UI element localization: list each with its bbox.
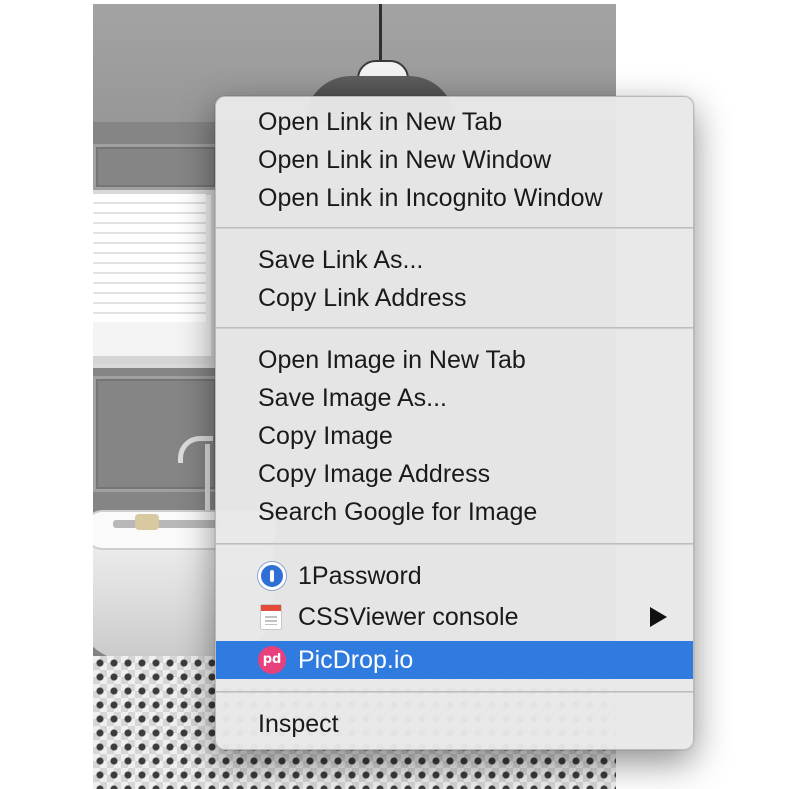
menu-item-open-image-new-tab[interactable]: Open Image in New Tab bbox=[216, 341, 693, 379]
menu-item-copy-image[interactable]: Copy Image bbox=[216, 417, 693, 455]
menu-item-1password[interactable]: 1Password bbox=[216, 557, 693, 595]
wainscot-frame bbox=[93, 144, 219, 190]
menu-item-search-google-for-image[interactable]: Search Google for Image bbox=[216, 493, 693, 531]
menu-separator bbox=[216, 327, 693, 329]
wainscot-frame bbox=[93, 376, 219, 492]
menu-item-save-image-as[interactable]: Save Image As... bbox=[216, 379, 693, 417]
menu-item-copy-image-address[interactable]: Copy Image Address bbox=[216, 455, 693, 493]
menu-item-label: Open Link in New Window bbox=[258, 146, 552, 174]
menu-item-label: 1Password bbox=[298, 562, 422, 590]
bath-tray bbox=[113, 520, 223, 528]
menu-item-save-link-as[interactable]: Save Link As... bbox=[216, 241, 693, 279]
menu-item-label: Copy Link Address bbox=[258, 284, 467, 312]
menu-item-open-link-incognito[interactable]: Open Link in Incognito Window bbox=[216, 179, 693, 217]
pendant-cord bbox=[379, 4, 382, 62]
menu-item-picdrop[interactable]: pd PicDrop.io bbox=[216, 641, 693, 679]
menu-item-label: PicDrop.io bbox=[298, 646, 414, 674]
window-sill bbox=[93, 356, 217, 364]
screen: Open Link in New Tab Open Link in New Wi… bbox=[0, 0, 789, 789]
menu-item-copy-link-address[interactable]: Copy Link Address bbox=[216, 279, 693, 317]
menu-item-label: Copy Image Address bbox=[258, 460, 491, 488]
menu-item-label: Inspect bbox=[258, 710, 339, 738]
sponge bbox=[135, 514, 159, 530]
menu-item-label: Copy Image bbox=[258, 422, 393, 450]
menu-item-inspect[interactable]: Inspect bbox=[216, 705, 693, 743]
menu-item-open-link-new-window[interactable]: Open Link in New Window bbox=[216, 141, 693, 179]
menu-separator bbox=[216, 227, 693, 229]
window-blind bbox=[93, 194, 206, 322]
menu-item-label: CSSViewer console bbox=[298, 603, 519, 631]
context-menu: Open Link in New Tab Open Link in New Wi… bbox=[215, 96, 694, 750]
menu-item-open-link-new-tab[interactable]: Open Link in New Tab bbox=[216, 103, 693, 141]
faucet-pipe bbox=[205, 444, 210, 514]
menu-item-label: Save Image As... bbox=[258, 384, 447, 412]
submenu-arrow-icon bbox=[650, 607, 667, 627]
menu-item-label: Save Link As... bbox=[258, 246, 424, 274]
menu-item-label: Open Link in Incognito Window bbox=[258, 184, 603, 212]
menu-separator bbox=[216, 543, 693, 545]
cssviewer-icon bbox=[260, 604, 282, 630]
menu-item-label: Open Link in New Tab bbox=[258, 108, 503, 136]
menu-item-label: Open Image in New Tab bbox=[258, 346, 526, 374]
menu-separator bbox=[216, 691, 693, 693]
picdrop-icon: pd bbox=[258, 646, 286, 674]
menu-item-label: Search Google for Image bbox=[258, 498, 538, 526]
1password-icon bbox=[258, 562, 286, 590]
menu-item-cssviewer-console[interactable]: CSSViewer console bbox=[216, 598, 693, 636]
